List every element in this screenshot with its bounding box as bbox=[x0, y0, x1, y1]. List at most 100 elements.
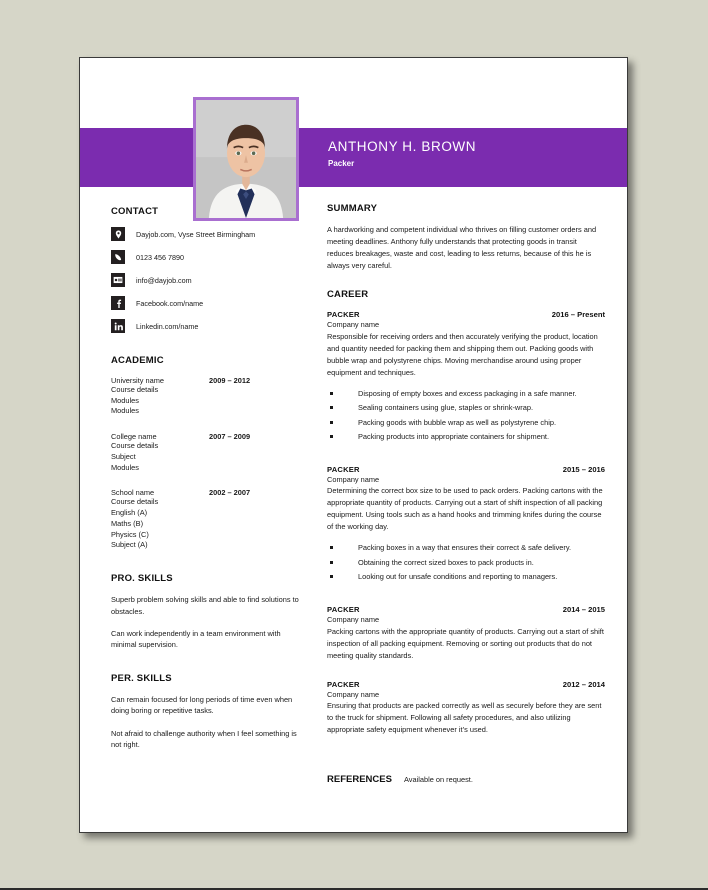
job-duties-list: Disposing of empty boxes and excess pack… bbox=[327, 388, 605, 443]
job-duty: Looking out for unsafe conditions and re… bbox=[327, 571, 605, 582]
job-duty: Packing goods with bubble wrap as well a… bbox=[327, 417, 605, 428]
candidate-role: Packer bbox=[328, 158, 355, 168]
location-pin-icon bbox=[111, 227, 125, 241]
job-duty: Packing products into appropriate contai… bbox=[327, 431, 605, 442]
job-description: Ensuring that products are packed correc… bbox=[327, 701, 602, 735]
academic-institution: College name bbox=[111, 432, 157, 442]
contact-item-text: Linkedin.com/name bbox=[136, 321, 199, 331]
contact-list: Dayjob.com, Vyse Street Birmingham 0123 4… bbox=[111, 227, 301, 333]
academic-heading: ACADEMIC bbox=[111, 355, 164, 366]
job-dates: 2016 – Present bbox=[551, 309, 605, 319]
job-title: PACKER bbox=[327, 604, 360, 614]
academic-item-header: School name 2002 – 2007 bbox=[111, 488, 301, 497]
academic-dates: 2002 – 2007 bbox=[209, 488, 251, 498]
job-description: Determining the correct box size to be u… bbox=[327, 486, 603, 532]
job-duty: Packing boxes in a way that ensures thei… bbox=[327, 542, 605, 553]
contact-heading: CONTACT bbox=[111, 206, 159, 217]
references-row: REFERENCES Available on request. bbox=[327, 774, 605, 785]
candidate-name: ANTHONY H. BROWN bbox=[328, 139, 477, 154]
job-company: Company name bbox=[327, 474, 380, 484]
career-list: PACKER 2016 – Present Company name Responsi… bbox=[327, 310, 605, 754]
career-item-header: PACKER 2012 – 2014 bbox=[327, 680, 605, 689]
job-title: PACKER bbox=[327, 464, 360, 474]
academic-detail: Subject (A) bbox=[111, 540, 148, 550]
career-item-header: PACKER 2015 – 2016 bbox=[327, 465, 605, 474]
academic-item: School name 2002 – 2007 Course details Engl… bbox=[111, 488, 301, 551]
career-item-header: PACKER 2016 – Present bbox=[327, 310, 605, 319]
academic-list: University name 2009 – 2012 Course details… bbox=[111, 376, 301, 551]
name-block: ANTHONY H. BROWN Packer bbox=[328, 139, 618, 168]
per-skills-heading: PER. SKILLS bbox=[111, 672, 172, 684]
facebook-icon bbox=[111, 296, 125, 310]
skill-item: Can remain focused for long periods of t… bbox=[111, 694, 293, 716]
career-item: PACKER 2012 – 2014 Company name Ensuring th… bbox=[327, 680, 605, 737]
academic-detail: English (A) bbox=[111, 508, 148, 518]
resume-page: ANTHONY H. BROWN Packer CONTACT Dayjob.c… bbox=[79, 57, 628, 833]
academic-detail: Course details bbox=[111, 385, 159, 394]
academic-item: University name 2009 – 2012 Course details… bbox=[111, 376, 301, 417]
contact-item-text: info@dayjob.com bbox=[136, 275, 192, 285]
academic-dates: 2007 – 2009 bbox=[209, 432, 251, 442]
academic-detail: Subject bbox=[111, 451, 136, 461]
linkedin-icon bbox=[111, 319, 125, 333]
career-item-header: PACKER 2014 – 2015 bbox=[327, 605, 605, 614]
phone-icon bbox=[111, 250, 125, 264]
job-description: Responsible for receiving orders and the… bbox=[327, 331, 598, 377]
career-heading: CAREER bbox=[327, 288, 369, 300]
job-description: Packing cartons with the appropriate qua… bbox=[327, 626, 604, 660]
job-duties-list: Packing boxes in a way that ensures thei… bbox=[327, 542, 605, 582]
pro-skills-heading: PRO. SKILLS bbox=[111, 573, 173, 585]
job-dates: 2012 – 2014 bbox=[562, 679, 605, 689]
academic-item-header: College name 2007 – 2009 bbox=[111, 432, 301, 441]
contact-item[interactable]: Facebook.com/name bbox=[111, 296, 301, 310]
career-item: PACKER 2014 – 2015 Company name Packing car… bbox=[327, 605, 605, 662]
references-text: Available on request. bbox=[404, 775, 473, 785]
academic-dates: 2009 – 2012 bbox=[209, 376, 251, 385]
page-bottom-rule bbox=[0, 886, 708, 890]
academic-detail: Physics (C) bbox=[111, 529, 149, 539]
headshot-photo-icon bbox=[196, 100, 296, 218]
contact-item-text: Dayjob.com, Vyse Street Birmingham bbox=[136, 229, 256, 239]
contact-item-text: Facebook.com/name bbox=[136, 298, 204, 308]
contact-item[interactable]: Dayjob.com, Vyse Street Birmingham bbox=[111, 227, 301, 241]
job-company: Company name bbox=[327, 689, 380, 699]
job-duty: Obtaining the correct sized boxes to pac… bbox=[327, 557, 605, 568]
academic-detail: Course details bbox=[111, 441, 159, 451]
email-icon bbox=[111, 273, 125, 287]
job-duty: Sealing containers using glue, staples o… bbox=[327, 402, 605, 413]
contact-item[interactable]: 0123 456 7890 bbox=[111, 250, 301, 264]
academic-detail: Modules bbox=[111, 395, 139, 405]
left-column: CONTACT Dayjob.com, Vyse Street Birmingh… bbox=[111, 206, 301, 762]
academic-detail: Maths (B) bbox=[111, 518, 144, 528]
job-dates: 2015 – 2016 bbox=[562, 464, 605, 474]
references-heading: REFERENCES bbox=[327, 774, 392, 786]
academic-detail: Modules bbox=[111, 406, 139, 416]
job-company: Company name bbox=[327, 319, 380, 329]
summary-text: A hardworking and competent individual w… bbox=[327, 225, 597, 270]
skill-item: Not afraid to challenge authority when I… bbox=[111, 728, 297, 750]
job-title: PACKER bbox=[327, 679, 360, 689]
academic-detail: Course details bbox=[111, 497, 159, 507]
pro-skills-list: Superb problem solving skills and able t… bbox=[111, 594, 301, 651]
career-item: PACKER 2016 – Present Company name Responsi… bbox=[327, 310, 605, 443]
contact-item-text: 0123 456 7890 bbox=[136, 252, 184, 262]
per-skills-list: Can remain focused for long periods of t… bbox=[111, 694, 301, 751]
contact-item[interactable]: info@dayjob.com bbox=[111, 273, 301, 287]
academic-item: College name 2007 – 2009 Course details Sub… bbox=[111, 432, 301, 473]
job-title: PACKER bbox=[327, 309, 360, 319]
job-company: Company name bbox=[327, 614, 380, 624]
avatar bbox=[193, 97, 299, 221]
academic-item-header: University name 2009 – 2012 bbox=[111, 376, 301, 385]
job-duty: Disposing of empty boxes and excess pack… bbox=[327, 388, 605, 399]
contact-item[interactable]: Linkedin.com/name bbox=[111, 319, 301, 333]
career-item: PACKER 2015 – 2016 Company name Determining… bbox=[327, 465, 605, 583]
skill-item: Can work independently in a team environ… bbox=[111, 629, 281, 650]
job-dates: 2014 – 2015 bbox=[562, 604, 605, 614]
academic-detail: Modules bbox=[111, 462, 139, 472]
skill-item: Superb problem solving skills and able t… bbox=[111, 595, 299, 616]
